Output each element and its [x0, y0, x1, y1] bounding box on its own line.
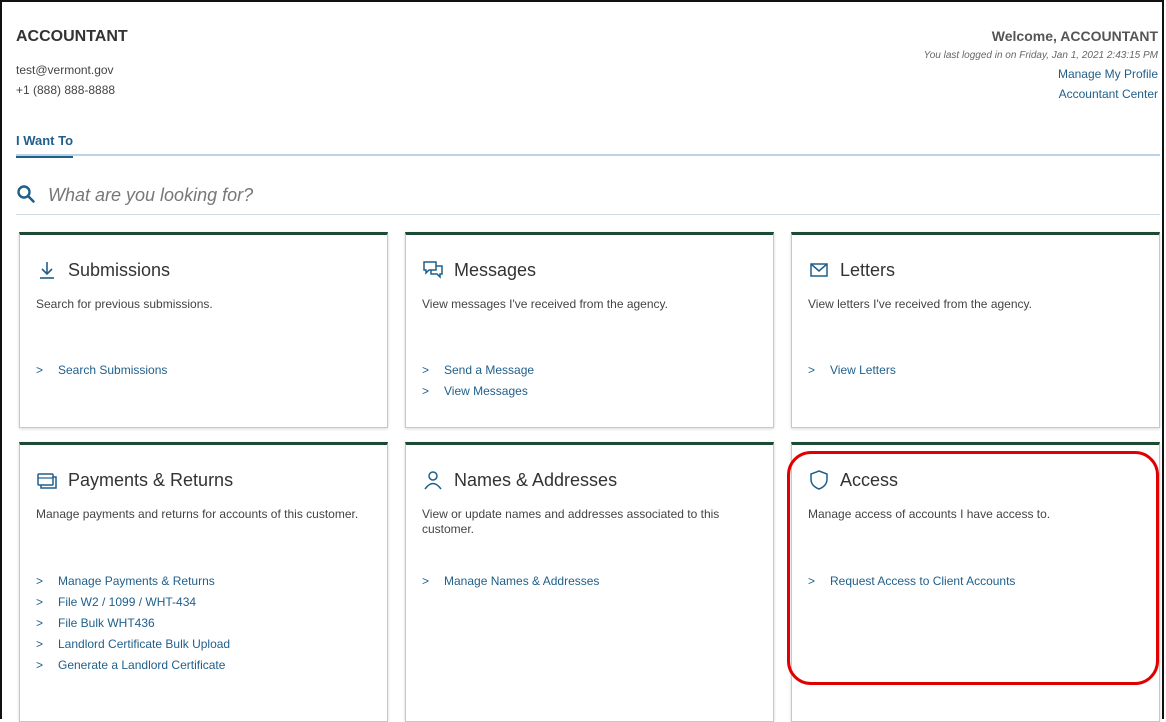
chevron-right-icon: >: [36, 616, 44, 630]
card-messages: Messages View messages I've received fro…: [405, 232, 774, 428]
chevron-right-icon: >: [36, 363, 44, 377]
card-description: Manage access of accounts I have access …: [808, 507, 1051, 521]
view-messages-link[interactable]: > View Messages: [422, 381, 534, 401]
account-email: test@vermont.gov: [16, 63, 114, 77]
chevron-right-icon: >: [808, 363, 816, 377]
last-login-text: You last logged in on Friday, Jan 1, 202…: [923, 50, 1158, 61]
search-submissions-link[interactable]: > Search Submissions: [36, 360, 167, 380]
chevron-right-icon: >: [422, 384, 430, 398]
card-submissions: Submissions Search for previous submissi…: [19, 232, 388, 428]
card-title: Access: [840, 469, 899, 490]
payments-icon: [37, 473, 57, 489]
card-title: Payments & Returns: [68, 469, 234, 490]
manage-names-addresses-link[interactable]: > Manage Names & Addresses: [422, 571, 599, 591]
chevron-right-icon: >: [422, 363, 430, 377]
card-description: View messages I've received from the age…: [422, 297, 668, 311]
header-user-panel: Welcome, ACCOUNTANT You last logged in o…: [924, 28, 1158, 101]
chevron-right-icon: >: [36, 595, 44, 609]
card-names-addresses: Names & Addresses View or update names a…: [405, 442, 774, 722]
search-bar: [16, 178, 1160, 215]
card-description: Manage payments and returns for accounts…: [36, 507, 359, 521]
card-title: Names & Addresses: [454, 469, 618, 490]
accountant-center-link[interactable]: Accountant Center: [924, 87, 1158, 101]
card-description: View letters I've received from the agen…: [808, 297, 1032, 311]
card-links: > Search Submissions: [36, 360, 167, 381]
card-links: > Manage Payments & Returns > File W2 / 10…: [36, 571, 230, 676]
landlord-cert-bulk-upload-link[interactable]: > Landlord Certificate Bulk Upload: [36, 634, 230, 654]
file-bulk-wht436-link[interactable]: > File Bulk WHT436: [36, 613, 230, 633]
account-phone: +1 (888) 888-8888: [16, 83, 116, 97]
card-description: View or update names and addresses assoc…: [422, 507, 720, 536]
chevron-right-icon: >: [36, 637, 44, 651]
chat-icon: [423, 261, 443, 279]
envelope-icon: [810, 263, 828, 277]
card-title: Submissions: [68, 259, 171, 280]
manage-profile-link[interactable]: Manage My Profile: [924, 67, 1158, 81]
search-input[interactable]: [46, 180, 650, 210]
card-title: Messages: [454, 259, 537, 280]
chevron-right-icon: >: [36, 658, 44, 672]
chevron-right-icon: >: [36, 574, 44, 588]
card-links: > Request Access to Client Accounts: [808, 571, 1015, 592]
person-icon: [424, 471, 442, 490]
search-icon[interactable]: [16, 184, 36, 204]
view-letters-link[interactable]: > View Letters: [808, 360, 896, 380]
generate-landlord-cert-link[interactable]: > Generate a Landlord Certificate: [36, 655, 230, 675]
request-access-client-accounts-link[interactable]: > Request Access to Client Accounts: [808, 571, 1015, 591]
chevron-right-icon: >: [808, 574, 816, 588]
shield-icon: [810, 470, 828, 490]
tab-underline: [16, 154, 1160, 156]
card-access: Access Manage access of accounts I have …: [791, 442, 1160, 722]
send-message-link[interactable]: > Send a Message: [422, 360, 534, 380]
account-name: ACCOUNTANT: [16, 28, 128, 45]
chevron-right-icon: >: [422, 574, 430, 588]
card-description: Search for previous submissions.: [36, 297, 213, 311]
welcome-text: Welcome, ACCOUNTANT: [991, 28, 1158, 44]
file-w2-1099-link[interactable]: > File W2 / 1099 / WHT-434: [36, 592, 230, 612]
manage-payments-returns-link[interactable]: > Manage Payments & Returns: [36, 571, 230, 591]
card-links: > Send a Message > View Messages: [422, 360, 534, 402]
card-title: Letters: [840, 259, 896, 280]
card-letters: Letters View letters I've received from …: [791, 232, 1160, 428]
download-icon: [40, 262, 54, 279]
card-payments-returns: Payments & Returns Manage payments and r…: [19, 442, 388, 722]
card-links: > Manage Names & Addresses: [422, 571, 599, 592]
card-links: > View Letters: [808, 360, 896, 381]
